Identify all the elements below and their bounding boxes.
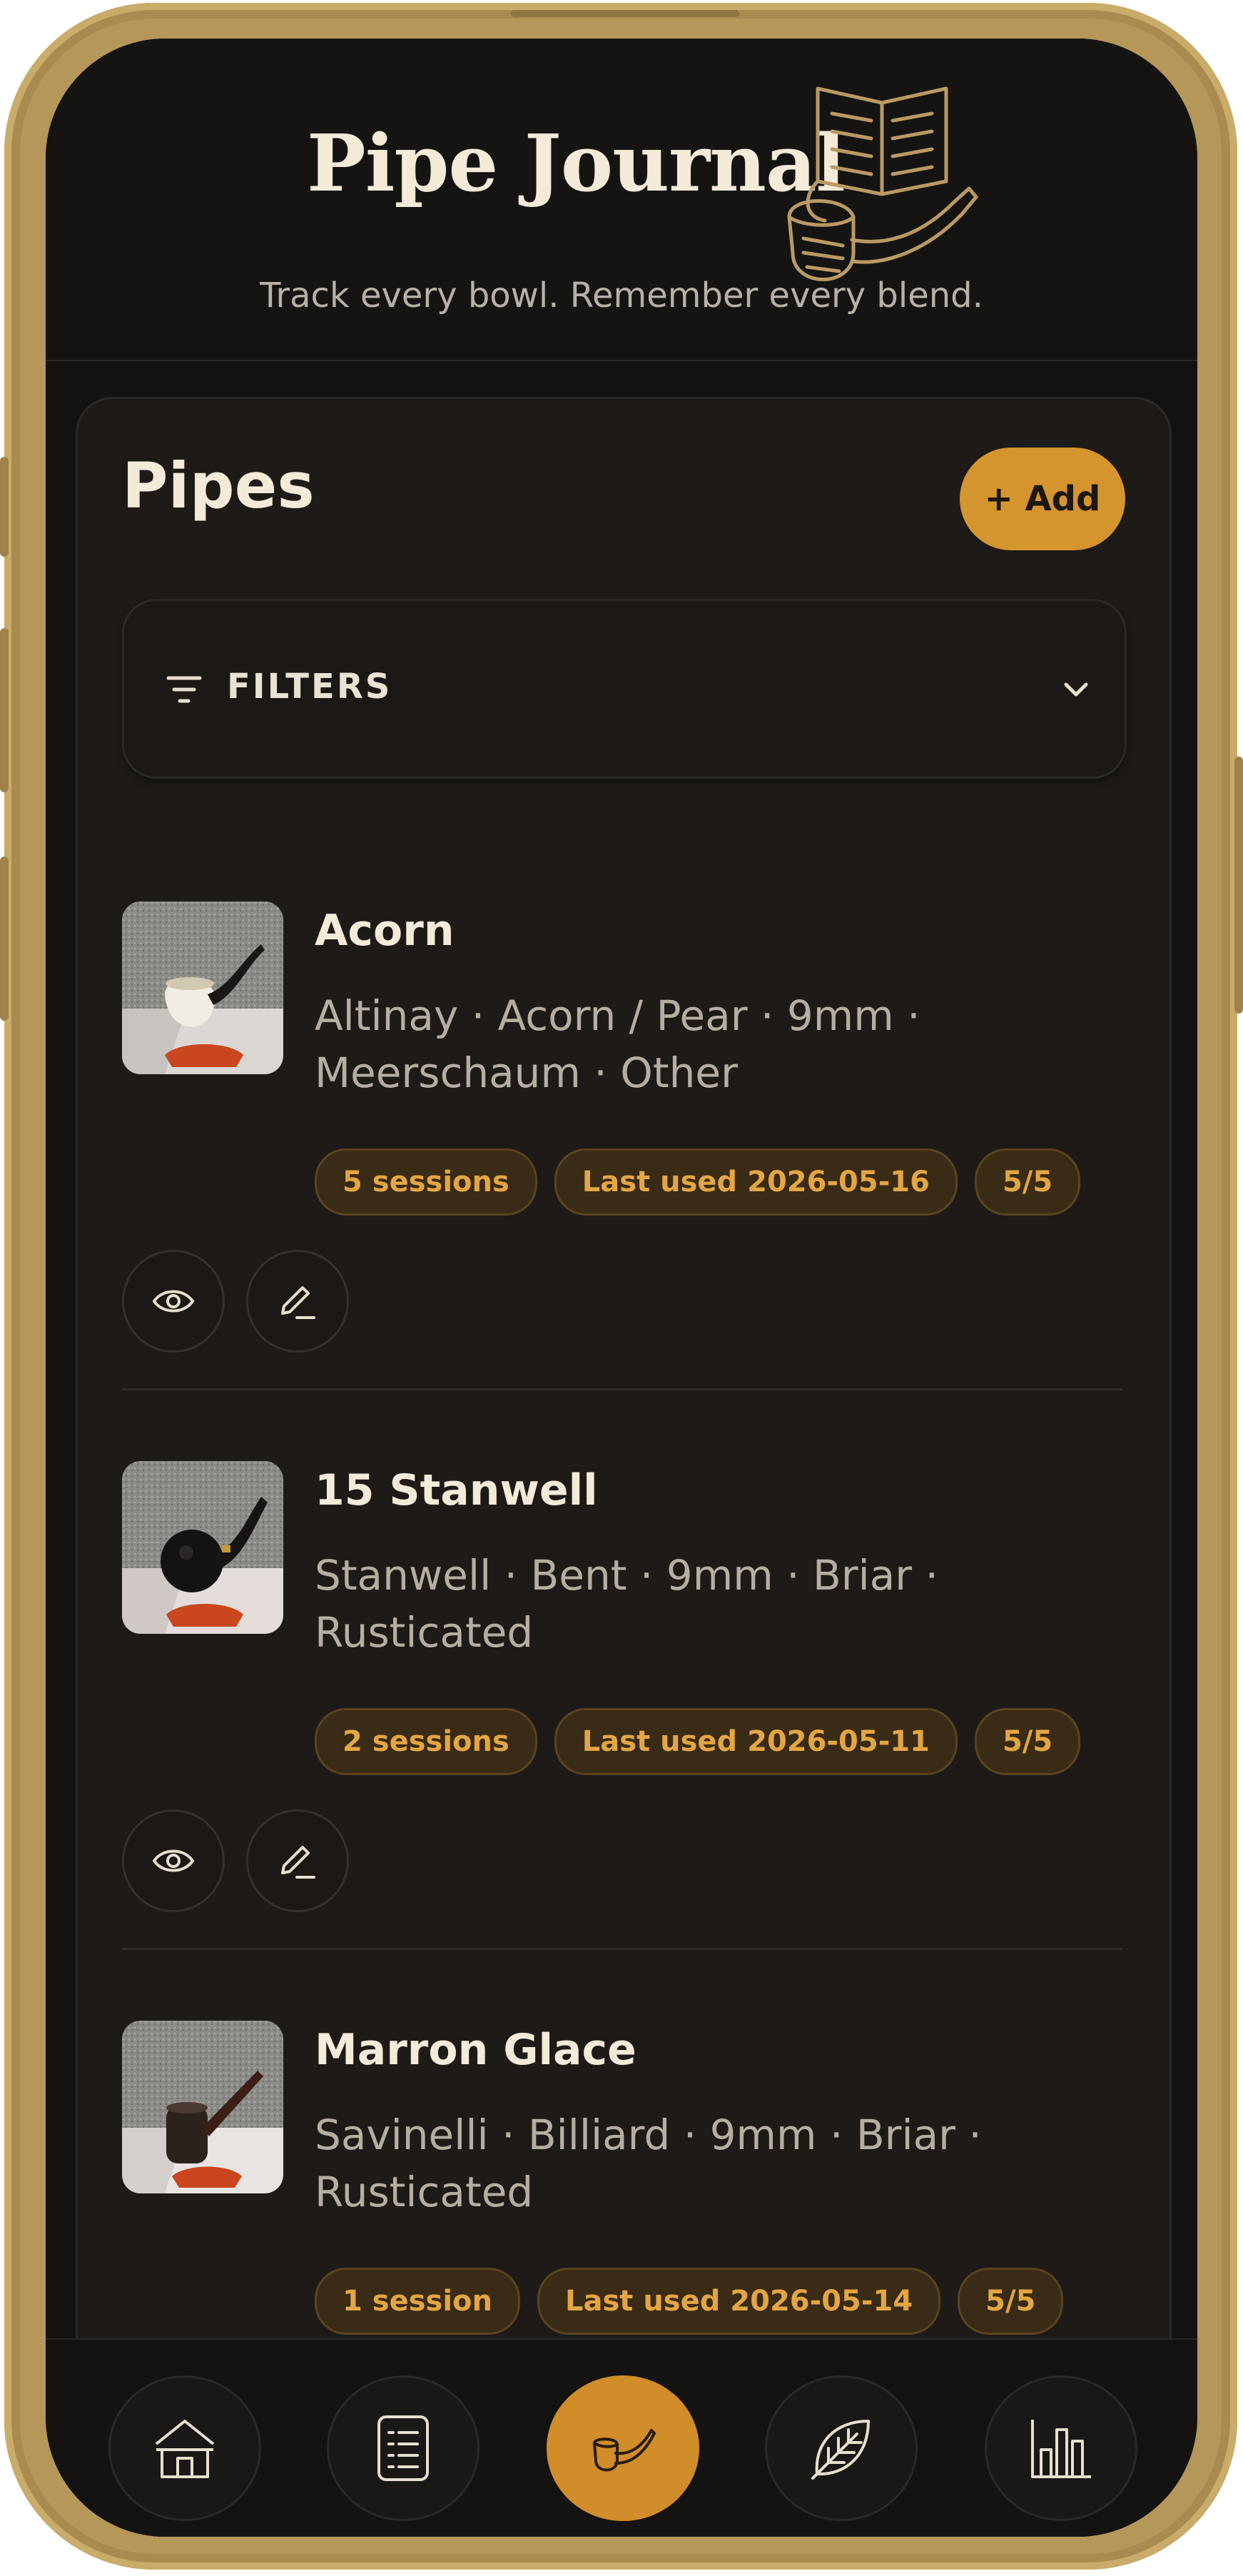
pipe-stats: 1 session Last used 2026-05-14 5/5 (315, 2268, 1064, 2335)
pipe-list-item[interactable]: Acorn Altinay · Acorn / Pear · 9mm · Mee… (122, 901, 1122, 1358)
edit-pipe-button[interactable] (246, 1809, 349, 1912)
add-pipe-button[interactable]: + Add (960, 448, 1125, 550)
volume-up-button (0, 628, 9, 792)
power-button (1234, 757, 1243, 1014)
sessions-badge: 1 session (315, 2268, 520, 2335)
rating-badge: 5/5 (974, 1148, 1081, 1216)
rating-badge: 5/5 (974, 1708, 1081, 1775)
list-divider (122, 1948, 1122, 1950)
pipe-description: Stanwell · Bent · 9mm · Briar · Rusticat… (315, 1551, 939, 1657)
pipe-description: Savinelli · Billiard · 9mm · Briar · Rus… (315, 2111, 982, 2216)
pipe-name: 15 Stanwell (315, 1465, 598, 1515)
bar-chart-icon (1031, 2420, 1091, 2478)
app-tagline: Track every bowl. Remember every blend. (260, 276, 983, 315)
app-screen: Pipe Journal Track every bowl. Remember … (46, 39, 1197, 2537)
filters-label: FILTERS (227, 667, 392, 707)
nav-tobacco[interactable] (765, 2375, 918, 2521)
home-icon (155, 2420, 215, 2478)
nav-pipes[interactable] (547, 2375, 699, 2521)
mute-switch (0, 457, 9, 557)
last-used-badge: Last used 2026-05-14 (537, 2268, 941, 2335)
pipe-stats: 2 sessions Last used 2026-05-11 5/5 (315, 1708, 1081, 1775)
pencil-icon (281, 1286, 315, 1319)
nav-stats[interactable] (985, 2375, 1137, 2521)
section-title: Pipes (122, 449, 315, 522)
filters-toggle[interactable]: FILTERS (122, 599, 1127, 779)
pipe-photo (122, 1461, 283, 1634)
pipe-name: Acorn (315, 906, 455, 956)
nav-home[interactable] (108, 2375, 261, 2521)
pipe-icon (593, 2429, 656, 2472)
last-used-badge: Last used 2026-05-11 (554, 1708, 958, 1775)
rating-badge: 5/5 (958, 2268, 1064, 2335)
pipes-card: Pipes + Add FILTERS Acorn Altinay · Acor… (76, 397, 1172, 2537)
tobacco-leaf-icon (811, 2420, 870, 2480)
filter-lines-icon (166, 676, 202, 703)
pipe-description: Altinay · Acorn / Pear · 9mm · Meerschau… (315, 991, 920, 1097)
app-title: Pipe Journal (307, 117, 846, 209)
pipe-name: Marron Glace (315, 2025, 636, 2075)
speaker-slot (511, 10, 739, 17)
pipe-stats: 5 sessions Last used 2026-05-16 5/5 (315, 1148, 1081, 1216)
last-used-badge: Last used 2026-05-16 (554, 1148, 958, 1216)
sessions-badge: 2 sessions (315, 1708, 537, 1775)
book-and-pipe-icon (787, 86, 978, 281)
chevron-down-icon (1064, 682, 1088, 697)
pipe-actions (122, 1250, 349, 1353)
eye-icon (152, 1290, 195, 1313)
nav-journal[interactable] (327, 2375, 480, 2521)
volume-down-button (0, 857, 9, 1021)
pipe-actions (122, 1809, 349, 1912)
app-header: Pipe Journal Track every bowl. Remember … (46, 39, 1197, 361)
bottom-nav (46, 2338, 1197, 2537)
list-icon (377, 2415, 429, 2481)
pencil-icon (281, 1846, 315, 1879)
pipe-photo (122, 901, 283, 1074)
eye-icon (152, 1849, 195, 1872)
view-pipe-button[interactable] (122, 1809, 225, 1912)
pipe-list-item[interactable]: 15 Stanwell Stanwell · Bent · 9mm · Bria… (122, 1461, 1122, 1918)
view-pipe-button[interactable] (122, 1250, 225, 1353)
edit-pipe-button[interactable] (246, 1250, 349, 1353)
list-divider (122, 1388, 1122, 1390)
sessions-badge: 5 sessions (315, 1148, 537, 1216)
pipe-photo (122, 2021, 283, 2193)
